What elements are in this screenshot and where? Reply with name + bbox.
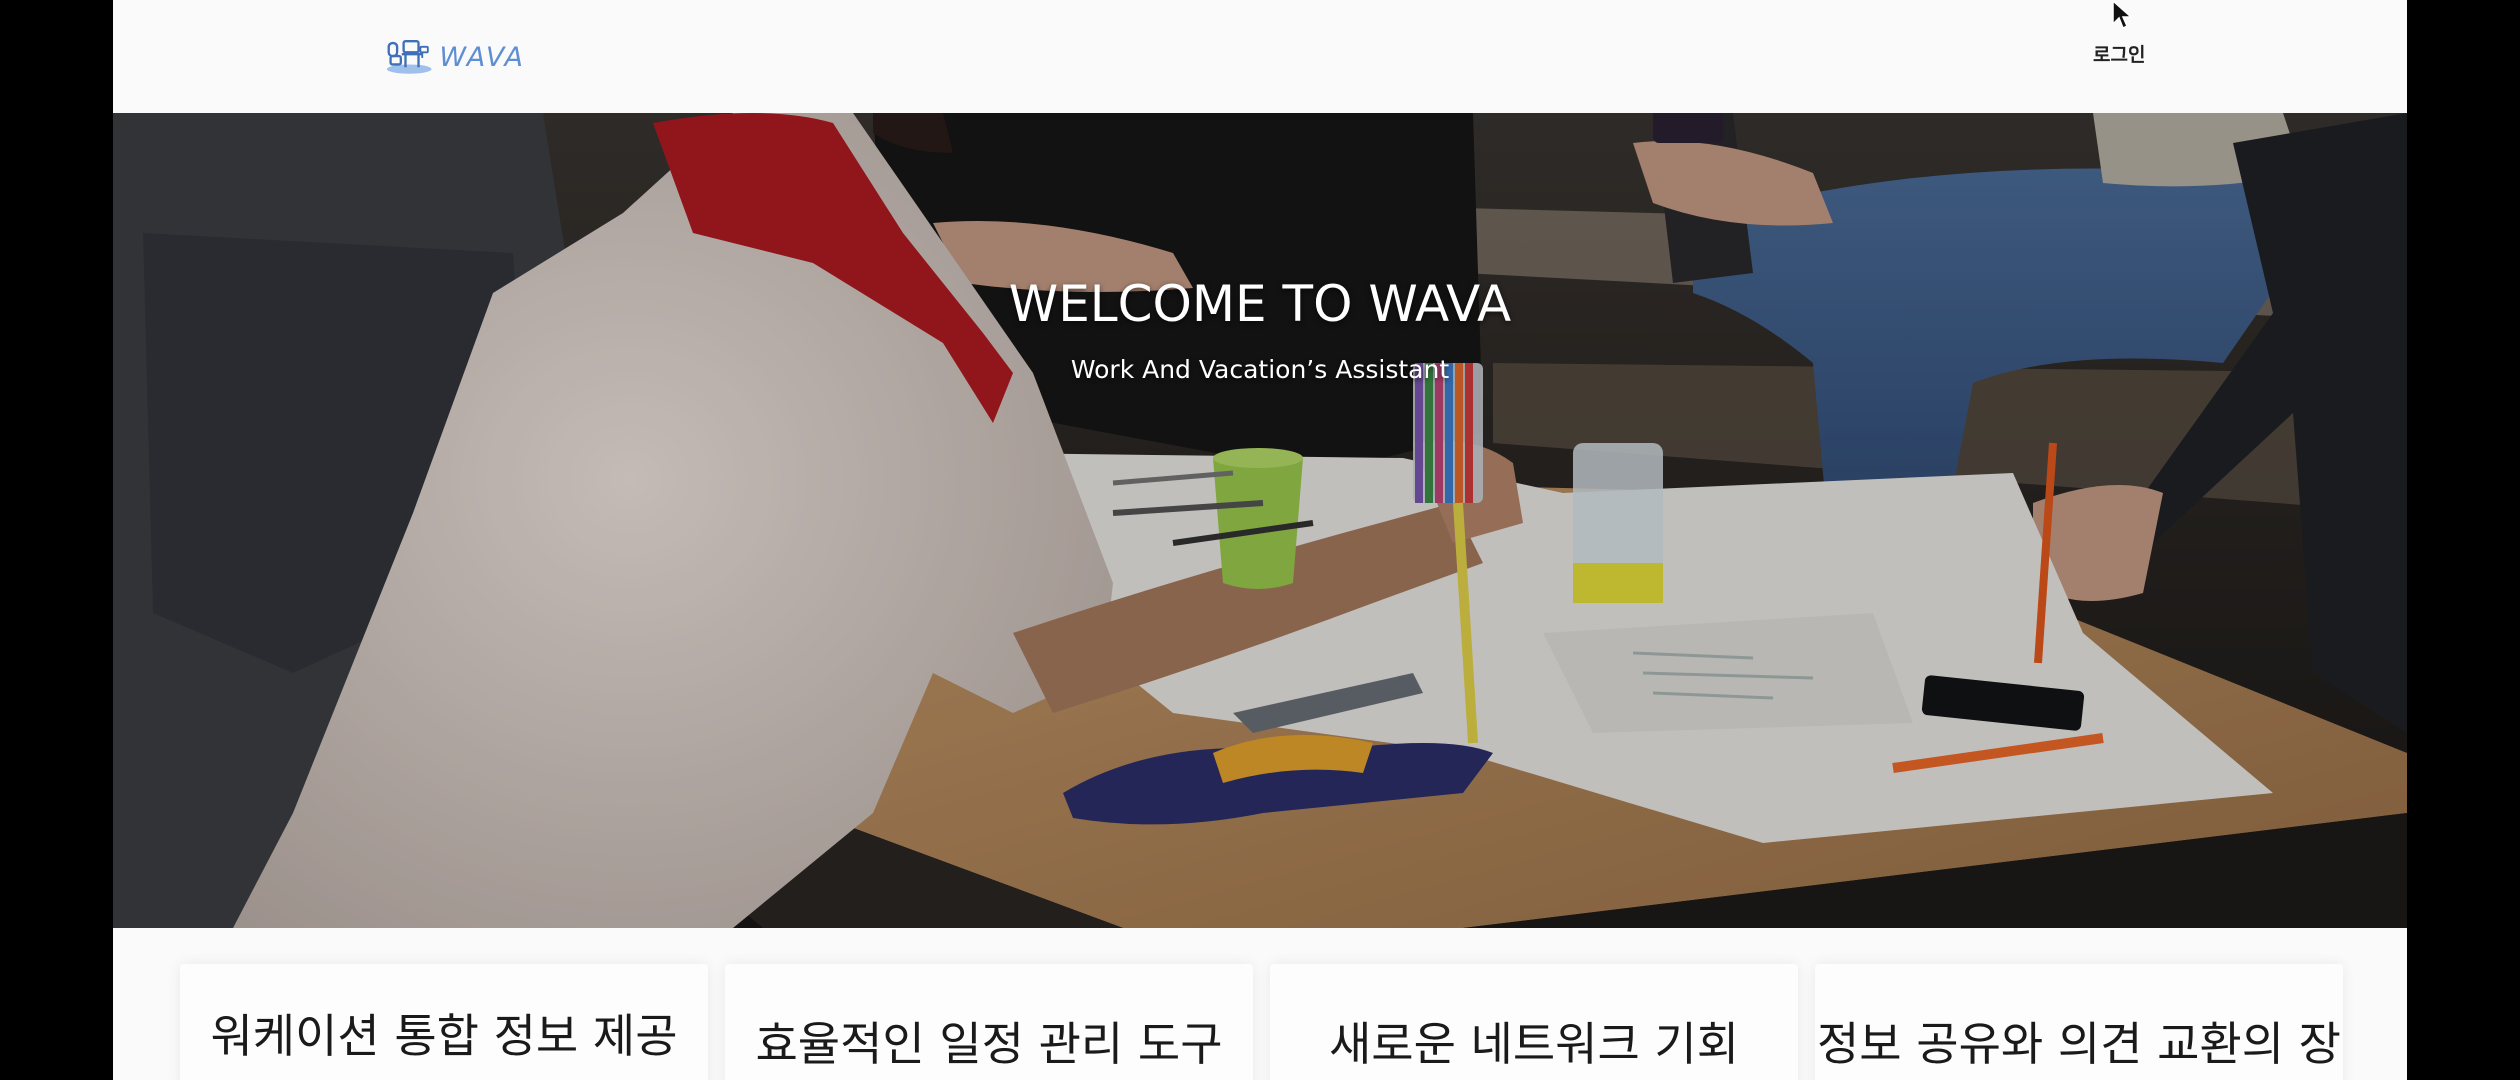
page: WAVA 로그인 WELCOME TO WAVA Work And Vacati… xyxy=(113,0,2407,1080)
hero-background-image xyxy=(113,113,2407,928)
feature-card-networking[interactable]: 새로운 네트워크 기회 xyxy=(1270,964,1798,1080)
feature-card-workation-info[interactable]: 워케이션 통합 정보 제공 xyxy=(180,964,708,1080)
site-header: WAVA 로그인 xyxy=(113,0,2407,113)
hero-title: WELCOME TO WAVA xyxy=(1008,275,1512,333)
login-link[interactable]: 로그인 xyxy=(2093,38,2145,72)
hero-banner: WELCOME TO WAVA Work And Vacation’s Assi… xyxy=(113,113,2407,928)
feature-title: 워케이션 통합 정보 제공 xyxy=(210,1009,678,1063)
feature-title: 효율적인 일정 관리 도구 xyxy=(755,1017,1223,1071)
wava-logo[interactable]: WAVA xyxy=(385,36,525,78)
wava-logo-icon xyxy=(386,40,432,74)
hero-subtitle: Work And Vacation’s Assistant xyxy=(1070,355,1450,384)
feature-card-schedule-tool[interactable]: 효율적인 일정 관리 도구 xyxy=(725,964,1253,1080)
features-section: 워케이션 통합 정보 제공 효율적인 일정 관리 도구 새로운 네트워크 기회 … xyxy=(113,928,2407,1080)
logo-text: WAVA xyxy=(439,41,525,73)
mouse-pointer-icon xyxy=(2112,0,2133,30)
feature-card-info-sharing[interactable]: 정보 공유와 의견 교환의 장 xyxy=(1815,964,2343,1080)
feature-title: 정보 공유와 의견 교환의 장 xyxy=(1816,1017,2341,1071)
feature-title: 새로운 네트워크 기회 xyxy=(1328,1017,1740,1071)
